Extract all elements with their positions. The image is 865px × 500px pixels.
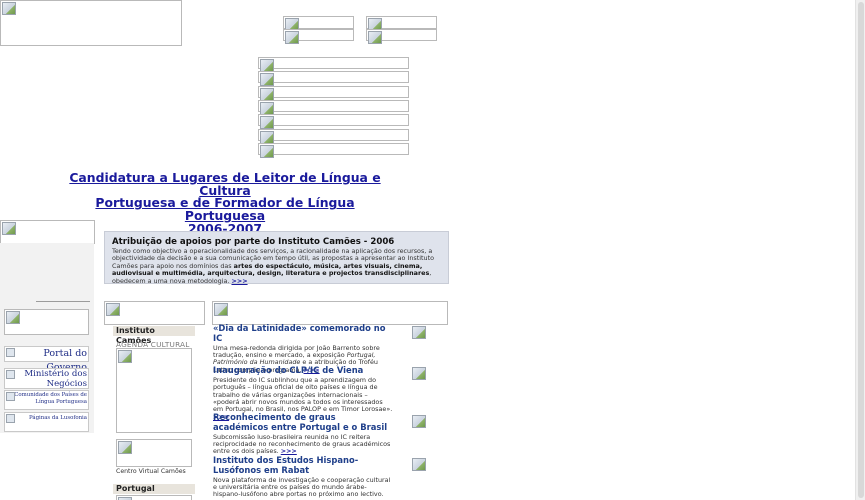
column-header-image-right bbox=[212, 301, 448, 325]
news-body-text: Presidente do IC sublinhou que a aprendi… bbox=[213, 375, 393, 414]
top-nav-image-3[interactable] bbox=[283, 29, 354, 44]
news-title-link[interactable]: Inauguração do CLP/IC de Viena bbox=[213, 365, 393, 376]
ministerio-icon bbox=[6, 370, 15, 379]
news-body: Nova plataforma de investigação e cooper… bbox=[213, 475, 393, 500]
promo-box: Atribuição de apoios por parte do Instit… bbox=[104, 231, 449, 284]
news-body-text: Nova plataforma de investigação e cooper… bbox=[213, 475, 391, 499]
ministerio-label-1[interactable]: Ministério dos bbox=[5, 369, 87, 379]
left-image-1[interactable] bbox=[4, 309, 89, 335]
menu-image-6[interactable] bbox=[258, 129, 409, 144]
news-thumb-image[interactable] bbox=[411, 457, 426, 471]
main-title-link[interactable]: Candidatura a Lugares de Leitor de Língu… bbox=[66, 171, 384, 236]
portugal-image[interactable] bbox=[116, 495, 192, 500]
lusofonia-link[interactable]: Páginas da Lusofonia bbox=[4, 412, 89, 432]
news-body-text: Subcomissão luso-brasileira reunida no I… bbox=[213, 432, 391, 456]
portal-do-governo-link[interactable]: Portal do Governo bbox=[4, 346, 89, 373]
promo-title: Atribuição de apoios por parte do Instit… bbox=[112, 237, 395, 247]
news-thumb-image[interactable] bbox=[411, 414, 426, 428]
main-title-line-2[interactable]: Portuguesa e de Formador de Língua Portu… bbox=[66, 196, 384, 222]
top-nav-image-2[interactable] bbox=[366, 16, 437, 31]
ministerio-negocios-link[interactable]: Ministério dos Negócios bbox=[4, 368, 89, 389]
menu-image-7[interactable] bbox=[258, 143, 409, 158]
menu-image-5[interactable] bbox=[258, 114, 409, 129]
news-item: Reconhecimento de graus académicos entre… bbox=[213, 412, 393, 456]
agenda-image[interactable] bbox=[116, 348, 192, 433]
news-item: Instituto dos Estudos Hispano-Lusófonos … bbox=[213, 455, 393, 500]
lusofonia-label[interactable]: Páginas da Lusofonia bbox=[29, 415, 87, 421]
news-body: Subcomissão luso-brasileira reunida no I… bbox=[213, 432, 393, 456]
news-thumb-image[interactable] bbox=[411, 325, 426, 339]
promo-body: Tendo como objectivo a operacionalidade … bbox=[112, 247, 441, 285]
left-divider bbox=[36, 301, 90, 302]
news-thumb-image[interactable] bbox=[411, 366, 426, 380]
centro-virtual-label[interactable]: Centro Virtual Camões bbox=[116, 468, 186, 475]
ministerio-label-2[interactable]: Negócios bbox=[5, 379, 87, 389]
column-header-image-left bbox=[104, 301, 205, 325]
cplp-label-2[interactable]: Língua Portuguesa bbox=[5, 399, 87, 406]
vertical-scrollbar[interactable] bbox=[855, 0, 865, 500]
menu-image-1[interactable] bbox=[258, 57, 409, 72]
news-title-link[interactable]: «Dia da Latinidade» comemorado no IC bbox=[213, 323, 393, 344]
menu-image-2[interactable] bbox=[258, 71, 409, 86]
top-nav-image-4[interactable] bbox=[366, 29, 437, 44]
header-logo-image[interactable] bbox=[0, 0, 182, 46]
cplp-icon bbox=[6, 392, 15, 401]
scrollbar-thumb[interactable] bbox=[858, 2, 864, 498]
menu-image-3[interactable] bbox=[258, 86, 409, 101]
cplp-label-1[interactable]: Comunidade dos Países de bbox=[5, 392, 87, 399]
news-title-link[interactable]: Reconhecimento de graus académicos entre… bbox=[213, 412, 393, 433]
menu-image-4[interactable] bbox=[258, 100, 409, 115]
portal-icon bbox=[6, 348, 15, 357]
portugal-label: Portugal bbox=[113, 484, 195, 494]
left-banner-image[interactable] bbox=[0, 220, 95, 244]
main-title-line-1[interactable]: Candidatura a Lugares de Leitor de Língu… bbox=[66, 171, 384, 197]
lusofonia-icon bbox=[6, 414, 15, 423]
instituto-camoes-label: Instituto Camões bbox=[113, 326, 195, 345]
centro-virtual-image[interactable] bbox=[116, 439, 192, 467]
cplp-link[interactable]: Comunidade dos Países de Língua Portugue… bbox=[4, 390, 89, 410]
promo-more-link[interactable]: >>> bbox=[231, 277, 247, 285]
top-nav-image-1[interactable] bbox=[283, 16, 354, 31]
news-title-link[interactable]: Instituto dos Estudos Hispano-Lusófonos … bbox=[213, 455, 393, 476]
